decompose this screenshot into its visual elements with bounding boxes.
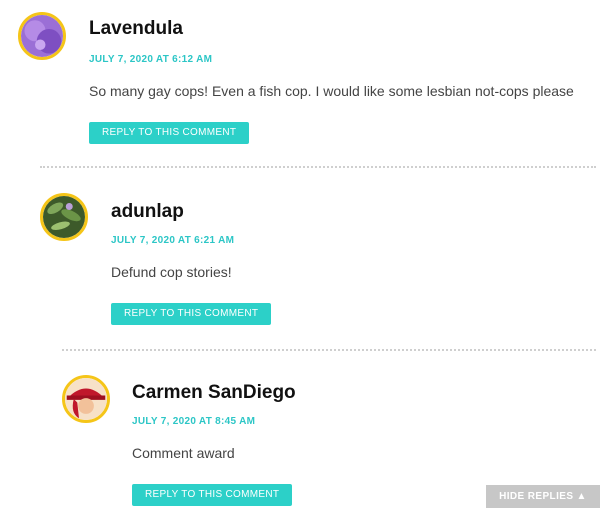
comment-date[interactable]: JULY 7, 2020 AT 6:12 AM: [89, 54, 212, 65]
avatar-adunlap[interactable]: [40, 193, 88, 241]
avatar-lavendula[interactable]: [18, 12, 66, 60]
plant-photo-avatar-icon: [43, 196, 85, 238]
comment-divider: [40, 166, 596, 168]
comment-divider: [62, 349, 596, 351]
hide-replies-button[interactable]: HIDE REPLIES ▲: [486, 485, 600, 508]
reply-button[interactable]: REPLY TO THIS COMMENT: [111, 303, 272, 325]
comment-author[interactable]: Carmen SanDiego: [132, 382, 296, 404]
comment-text: Defund cop stories!: [111, 264, 232, 280]
avatar-carmen-sandiego[interactable]: [62, 375, 110, 423]
purple-abstract-avatar-icon: [21, 15, 63, 57]
comment-author[interactable]: Lavendula: [89, 18, 183, 40]
comment-author[interactable]: adunlap: [111, 201, 184, 223]
comment-date[interactable]: JULY 7, 2020 AT 6:21 AM: [111, 235, 234, 246]
reply-button[interactable]: REPLY TO THIS COMMENT: [132, 484, 293, 506]
comment-date[interactable]: JULY 7, 2020 AT 8:45 AM: [132, 416, 255, 427]
comment-text: Comment award: [132, 445, 235, 461]
comment-text: So many gay cops! Even a fish cop. I wou…: [89, 83, 574, 99]
red-hat-character-avatar-icon: [65, 378, 107, 420]
reply-button[interactable]: REPLY TO THIS COMMENT: [89, 122, 250, 144]
